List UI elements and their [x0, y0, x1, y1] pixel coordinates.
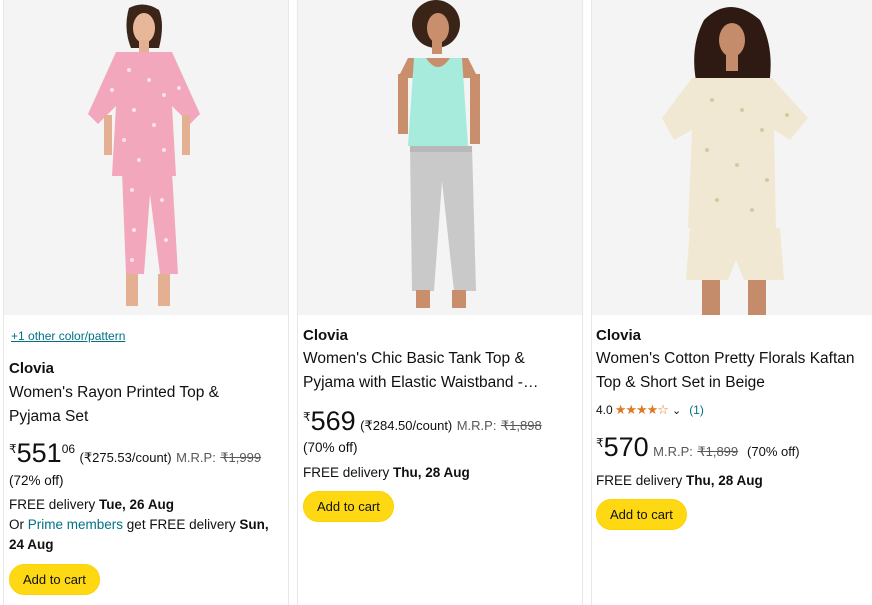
delivery-label: FREE delivery	[596, 473, 683, 488]
product-image-1[interactable]	[4, 0, 288, 315]
discount-percent: (70% off)	[747, 444, 800, 459]
price-whole: 569	[310, 406, 356, 436]
currency-symbol: ₹	[596, 436, 604, 450]
delivery-info: FREE delivery Thu, 28 Aug	[596, 471, 763, 491]
mrp-price: ₹1,999	[220, 450, 262, 465]
delivery-label: FREE delivery	[9, 497, 96, 512]
title-line-2: Pyjama with Elastic Waistband -…	[303, 374, 539, 391]
mrp-price: ₹1,898	[500, 418, 542, 433]
add-to-cart-button[interactable]: Add to cart	[9, 564, 100, 595]
star-rating-icon: ★★★★☆	[614, 402, 669, 417]
prime-suffix: get FREE delivery	[126, 517, 236, 532]
model-pink-floral-kaftan-pyjama-icon	[4, 0, 288, 315]
title-line-1: Women's Chic Basic Tank Top &	[303, 350, 525, 367]
delivery-date: Thu, 28 Aug	[686, 473, 763, 488]
delivery-info: FREE delivery Tue, 26 Aug Or Prime membe…	[9, 495, 287, 555]
mrp-label: M.R.P:	[653, 444, 693, 459]
price-fraction: 06	[61, 442, 76, 456]
product-title-link[interactable]: Women's Rayon Printed Top & Pyjama Set	[9, 381, 219, 429]
product-image-3[interactable]	[592, 0, 872, 315]
rating-value: 4.0	[596, 403, 613, 417]
discount-percent: (70% off)	[303, 440, 358, 455]
delivery-info: FREE delivery Thu, 28 Aug	[303, 463, 470, 483]
mrp-label: M.R.P:	[456, 418, 497, 433]
title-line-1: Women's Cotton Pretty Florals Kaftan	[596, 350, 855, 367]
model-beige-kaftan-shorts-icon	[592, 0, 872, 315]
brand-name: Clovia	[596, 327, 642, 344]
price-row: ₹55106 (₹275.53/count) M.R.P: ₹1,999	[9, 439, 261, 467]
delivery-date: Thu, 28 Aug	[393, 465, 470, 480]
rating-count-link[interactable]: (1)	[689, 403, 704, 417]
brand-name: Clovia	[9, 360, 55, 377]
title-line-2: Pyjama Set	[9, 408, 89, 425]
product-card-3: Clovia Women's Cotton Pretty Florals Kaf…	[591, 0, 872, 605]
chevron-down-icon[interactable]: ⌄	[672, 404, 681, 417]
price-whole: 570	[603, 432, 649, 462]
rating-row[interactable]: 4.0 ★★★★☆ ⌄ (1)	[596, 402, 704, 418]
product-card-1: +1 other color/pattern Clovia Women's Ra…	[3, 0, 289, 605]
currency-symbol: ₹	[9, 442, 17, 456]
title-line-1: Women's Rayon Printed Top &	[9, 384, 220, 401]
prime-date-2: 24 Aug	[9, 537, 54, 552]
product-title-link[interactable]: Women's Chic Basic Tank Top & Pyjama wit…	[303, 347, 538, 395]
delivery-date: Tue, 26 Aug	[99, 497, 175, 512]
currency-symbol: ₹	[303, 410, 311, 424]
price-per-count: (₹275.53/count)	[79, 450, 172, 465]
mrp-label: M.R.P:	[176, 450, 216, 465]
product-image-2[interactable]	[298, 0, 582, 315]
product-card-2: Clovia Women's Chic Basic Tank Top & Pyj…	[297, 0, 583, 605]
delivery-label: FREE delivery	[303, 465, 390, 480]
price-row: ₹569 (₹284.50/count) M.R.P: ₹1,898	[303, 407, 542, 435]
add-to-cart-button[interactable]: Add to cart	[596, 499, 687, 530]
price-per-count: (₹284.50/count)	[360, 418, 453, 433]
product-title-link[interactable]: Women's Cotton Pretty Florals Kaftan Top…	[596, 347, 855, 395]
model-mint-tank-grey-pyjama-icon	[298, 0, 582, 315]
other-color-link[interactable]: +1 other color/pattern	[11, 329, 125, 343]
price-row: ₹570 M.R.P: ₹1,899 (70% off)	[596, 433, 800, 461]
brand-name: Clovia	[303, 327, 349, 344]
prime-members-link[interactable]: Prime members	[28, 517, 123, 532]
title-line-2: Top & Short Set in Beige	[596, 374, 765, 391]
discount-percent: (72% off)	[9, 473, 64, 488]
mrp-price: ₹1,899	[697, 444, 739, 459]
price-whole: 551	[16, 438, 62, 468]
prime-prefix: Or	[9, 517, 24, 532]
prime-date-1: Sun,	[239, 517, 269, 532]
add-to-cart-button[interactable]: Add to cart	[303, 491, 394, 522]
